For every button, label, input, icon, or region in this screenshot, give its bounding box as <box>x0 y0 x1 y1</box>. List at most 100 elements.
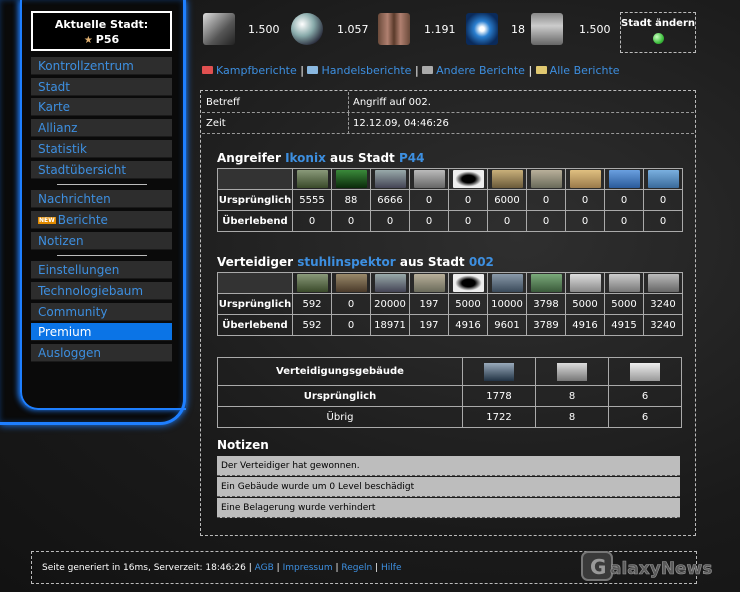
subject-value: Angriff auf 002. <box>353 97 431 108</box>
row-label: Ursprünglich <box>217 189 293 211</box>
notes-title: Notizen <box>217 438 269 452</box>
nav-berichte-label: Berichte <box>57 213 108 227</box>
cell: 5555 <box>292 189 332 211</box>
time-label: Zeit <box>206 118 226 129</box>
unit-jet-icon <box>608 170 640 188</box>
cell: 0 <box>487 210 527 232</box>
unit-jet-icon <box>608 274 640 292</box>
unit-heavy-tank-icon <box>491 274 523 292</box>
cell: 8 <box>535 385 609 407</box>
cell: 0 <box>370 210 410 232</box>
link-alle-berichte[interactable]: Alle Berichte <box>550 64 620 77</box>
cell: 4916 <box>565 314 605 336</box>
cell: 0 <box>565 210 605 232</box>
cell: 0 <box>409 189 449 211</box>
row-label: Überlebend <box>217 210 293 232</box>
resource-metal-value: 1.500 <box>248 23 280 36</box>
envelope-blue-icon <box>307 66 319 74</box>
unit-tank-icon <box>413 170 445 188</box>
defender-units-table: Ursprünglich 592 0 20000 197 5000 10000 … <box>217 272 683 336</box>
unit-artillery-icon <box>569 274 601 292</box>
resource-barrels-value: 1.191 <box>424 23 456 36</box>
nav-einstellungen[interactable]: Einstellungen <box>31 261 172 279</box>
nav-nachrichten[interactable]: Nachrichten <box>31 190 172 208</box>
envelope-grey-icon <box>422 66 434 74</box>
row-label: Übrig <box>217 406 463 428</box>
defender-mid: aus Stadt <box>399 255 465 269</box>
link-kampfberichte[interactable]: Kampfberichte <box>216 64 297 77</box>
nav-statistik[interactable]: Statistik <box>31 140 172 158</box>
cell: 0 <box>331 293 371 315</box>
unit-soldier-icon <box>296 274 328 292</box>
footer-link-regeln[interactable]: Regeln <box>341 563 372 573</box>
time-row: Zeit 12.12.09, 04:46:26 <box>202 113 694 134</box>
nav-allianz[interactable]: Allianz <box>31 119 172 137</box>
defender-name-link[interactable]: stuhlinspektor <box>297 255 395 269</box>
cell: 3789 <box>526 314 566 336</box>
attacker-original-row: Ursprünglich 5555 88 6666 0 0 6000 0 0 0… <box>217 189 683 211</box>
cell: 0 <box>448 210 488 232</box>
nav-notizen[interactable]: Notizen <box>31 232 172 250</box>
rank-star-icon: ★ <box>83 35 93 46</box>
cell: 5000 <box>565 293 605 315</box>
nav-community[interactable]: Community <box>31 303 172 321</box>
cell: 9601 <box>487 314 527 336</box>
attacker-title: Angreifer Ikonix aus Stadt P44 <box>217 151 424 165</box>
cell: 5000 <box>448 293 488 315</box>
unit-bomber-icon <box>647 170 679 188</box>
defender-city-link[interactable]: 002 <box>469 255 494 269</box>
footer-text: Seite generiert in 16ms, Serverzeit: 18:… <box>42 563 246 573</box>
footer-link-impressum[interactable]: Impressum <box>283 563 333 573</box>
cell: 0 <box>643 189 683 211</box>
buildings-header: Verteidigungsgebäude <box>217 357 463 386</box>
defender-prefix: Verteidiger <box>217 255 294 269</box>
nav-technologiebaum[interactable]: Technologiebaum <box>31 282 172 300</box>
row-label: Ursprünglich <box>217 293 293 315</box>
cell: 0 <box>292 210 332 232</box>
cell: 18971 <box>370 314 410 336</box>
cell: 10000 <box>487 293 527 315</box>
unit-tank-icon <box>413 274 445 292</box>
unit-sniper-icon <box>335 170 367 188</box>
cell: 1778 <box>462 385 536 407</box>
cell: 0 <box>526 210 566 232</box>
nav-stadt[interactable]: Stadt <box>31 78 172 96</box>
footer-link-hilfe[interactable]: Hilfe <box>381 563 401 573</box>
nav-karte[interactable]: Karte <box>31 98 172 116</box>
cell: 4915 <box>604 314 644 336</box>
cell: 197 <box>409 293 449 315</box>
note-item: Eine Belagerung wurde verhindert <box>217 498 680 518</box>
blank-cell <box>217 168 293 190</box>
building-wall-icon <box>557 362 587 381</box>
envelope-red-icon <box>202 66 213 74</box>
galaxynews-logo: G alaxyNews <box>581 551 713 581</box>
note-item: Der Verteidiger hat gewonnen. <box>217 456 680 476</box>
cell: 3240 <box>643 314 683 336</box>
footer-link-agb[interactable]: AGB <box>255 563 274 573</box>
attacker-mid: aus Stadt <box>330 151 395 165</box>
nav-premium[interactable]: Premium <box>31 323 172 341</box>
attacker-city-link[interactable]: P44 <box>399 151 425 165</box>
cell: 3240 <box>643 293 683 315</box>
cell: 6000 <box>487 189 527 211</box>
cell: 3798 <box>526 293 566 315</box>
cell: 197 <box>409 314 449 336</box>
nav-berichte[interactable]: NEW Berichte <box>31 211 172 229</box>
building-shield-icon <box>630 362 660 381</box>
unit-spider-icon <box>452 170 484 188</box>
nav-divider <box>57 255 147 256</box>
unit-heavy-tank-icon <box>491 170 523 188</box>
nav-kontrollzentrum[interactable]: Kontrollzentrum <box>31 57 172 75</box>
cell: 592 <box>292 293 332 315</box>
attacker-name-link[interactable]: Ikonix <box>285 151 326 165</box>
separator: | <box>300 64 304 77</box>
change-city-button[interactable]: Stadt ändern <box>620 12 696 53</box>
nav-ausloggen[interactable]: Ausloggen <box>31 344 172 362</box>
unit-rocket-icon <box>569 170 601 188</box>
cell: 0 <box>409 210 449 232</box>
link-handelsberichte[interactable]: Handelsberichte <box>321 64 411 77</box>
resource-crystal-value: 1.057 <box>337 23 369 36</box>
link-andere-berichte[interactable]: Andere Berichte <box>436 64 525 77</box>
nav-stadtuebersicht[interactable]: Stadtübersicht <box>31 161 172 179</box>
cell: 0 <box>331 210 371 232</box>
